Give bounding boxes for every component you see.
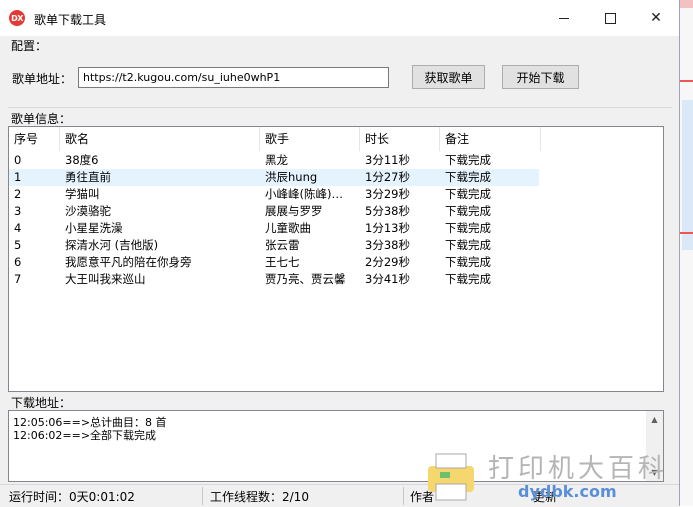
column-header-artist[interactable]: 歌手 [260, 127, 360, 151]
playlist-table[interactable]: 序号 歌名 歌手 时长 备注 0 38度6 黑龙 3分11秒 下载完成 1 勇往直前 洪辰hu… [8, 126, 664, 392]
cell-index: 3 [14, 204, 22, 218]
fetch-playlist-button[interactable]: 获取歌单 [412, 65, 485, 89]
cell-song-name: 小星星洗澡 [65, 221, 123, 235]
app-window: DX 歌单下载工具 ✕ 配置： 歌单地址： 获取歌单 开始下载 歌单信息： 序号… [0, 0, 680, 507]
cell-duration: 3分38秒 [365, 238, 410, 252]
table-row[interactable]: 3 沙漠骆驼 展展与罗罗 5分38秒 下载完成 [9, 203, 539, 220]
cell-artist: 王七七 [265, 255, 300, 269]
cell-artist: 贾乃亮、贾云馨 [265, 272, 346, 286]
cell-index: 7 [14, 272, 22, 286]
cell-index: 5 [14, 238, 22, 252]
cell-song-name: 沙漠骆驼 [65, 204, 111, 218]
title-bar[interactable]: DX 歌单下载工具 ✕ [0, 0, 679, 36]
start-download-button[interactable]: 开始下载 [502, 65, 579, 89]
background-desktop [680, 0, 693, 506]
watermark-domain: dydbk.com [518, 482, 617, 501]
cell-song-name: 勇往直前 [65, 170, 111, 184]
status-divider [202, 487, 203, 505]
close-button[interactable]: ✕ [633, 0, 679, 36]
status-threads: 工作线程数：2/10 [210, 490, 309, 504]
table-row[interactable]: 5 探清水河 (吉他版) 张云雷 3分38秒 下载完成 [9, 237, 539, 254]
cell-artist: 张云雷 [265, 238, 300, 252]
cell-note: 下载完成 [445, 153, 491, 167]
minimize-button[interactable] [541, 0, 587, 36]
cell-note: 下载完成 [445, 272, 491, 286]
column-header-index[interactable]: 序号 [9, 127, 60, 151]
config-section-label: 配置： [11, 39, 48, 53]
window-title: 歌单下载工具 [34, 13, 107, 27]
cell-note: 下载完成 [445, 221, 491, 235]
maximize-button[interactable] [587, 0, 633, 36]
background-fragment [680, 232, 693, 234]
printer-logo-icon [428, 453, 474, 501]
column-header-name[interactable]: 歌名 [60, 127, 260, 151]
cell-artist: 儿童歌曲 [265, 221, 311, 235]
table-row[interactable]: 2 学猫叫 小峰峰(陈峰)… 3分29秒 下载完成 [9, 186, 539, 203]
background-fragment [682, 100, 693, 250]
minimize-icon [559, 17, 569, 19]
scroll-up-icon[interactable]: ▲ [646, 411, 663, 428]
cell-index: 2 [14, 187, 22, 201]
cell-song-name: 大王叫我来巡山 [65, 272, 146, 286]
table-row[interactable]: 6 我愿意平凡的陪在你身旁 王七七 2分29秒 下载完成 [9, 254, 539, 271]
close-icon: ✕ [650, 10, 662, 26]
cell-index: 6 [14, 255, 22, 269]
table-row[interactable]: 7 大王叫我来巡山 贾乃亮、贾云馨 3分41秒 下载完成 [9, 271, 539, 288]
table-header: 序号 歌名 歌手 时长 备注 [9, 127, 663, 151]
cell-index: 1 [14, 170, 22, 184]
cell-song-name: 38度6 [65, 153, 99, 167]
cell-duration: 1分27秒 [365, 170, 410, 184]
cell-duration: 2分29秒 [365, 255, 410, 269]
divider [8, 107, 672, 108]
cell-duration: 3分11秒 [365, 153, 410, 167]
log-line: 12:06:02==>全部下载完成 [13, 429, 157, 442]
cell-song-name: 探清水河 (吉他版) [65, 238, 159, 252]
watermark-text: 打印机大百科 [488, 454, 669, 484]
playlist-url-input[interactable] [78, 67, 389, 88]
cell-duration: 3分41秒 [365, 272, 410, 286]
download-section-label: 下载地址： [11, 396, 72, 410]
status-divider [403, 487, 404, 505]
column-header-duration[interactable]: 时长 [360, 127, 440, 151]
cell-song-name: 学猫叫 [65, 187, 100, 201]
column-header-note[interactable]: 备注 [440, 127, 541, 151]
cell-index: 4 [14, 221, 22, 235]
playlist-section-label: 歌单信息： [11, 112, 72, 126]
cell-artist: 展展与罗罗 [265, 204, 323, 218]
cell-song-name: 我愿意平凡的陪在你身旁 [65, 255, 192, 269]
background-fragment [680, 0, 693, 8]
status-runtime: 运行时间：0天0:01:02 [9, 490, 135, 504]
cell-note: 下载完成 [445, 187, 491, 201]
cell-index: 0 [14, 153, 22, 167]
cell-artist: 小峰峰(陈峰)… [265, 187, 343, 201]
cell-duration: 3分29秒 [365, 187, 410, 201]
cell-duration: 1分13秒 [365, 221, 410, 235]
background-fragment [680, 80, 693, 82]
site-watermark: 打印机大百科 dydbk.com [422, 446, 682, 504]
cell-note: 下载完成 [445, 255, 491, 269]
cell-artist: 洪辰hung [265, 170, 318, 184]
url-label: 歌单地址： [12, 72, 73, 86]
cell-note: 下载完成 [445, 204, 491, 218]
cell-note: 下载完成 [445, 238, 491, 252]
maximize-icon [604, 12, 616, 24]
cell-note: 下载完成 [445, 170, 491, 184]
cell-artist: 黑龙 [265, 153, 288, 167]
app-icon: DX [9, 10, 25, 26]
table-row[interactable]: 0 38度6 黑龙 3分11秒 下载完成 [9, 152, 539, 169]
table-row[interactable]: 4 小星星洗澡 儿童歌曲 1分13秒 下载完成 [9, 220, 539, 237]
cell-duration: 5分38秒 [365, 204, 410, 218]
table-row[interactable]: 1 勇往直前 洪辰hung 1分27秒 下载完成 [9, 169, 539, 186]
